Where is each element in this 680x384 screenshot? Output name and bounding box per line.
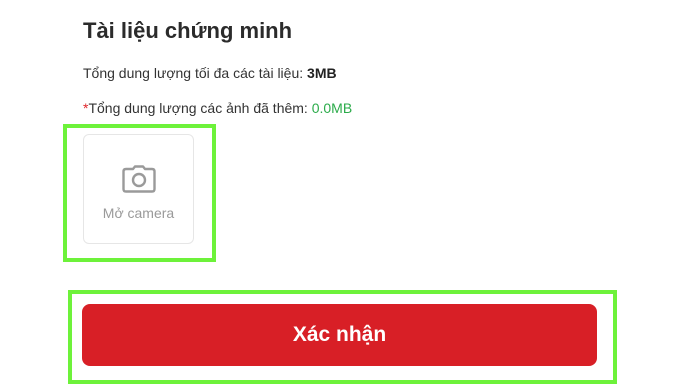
camera-icon	[122, 165, 156, 193]
max-size-label: Tổng dung lượng tối đa các tài liệu:	[83, 65, 308, 81]
added-size-label: Tổng dung lượng các ảnh đã thêm:	[88, 100, 312, 116]
added-size-value: 0.0MB	[311, 100, 353, 116]
open-camera-label: Mở camera	[102, 205, 175, 221]
max-size-info: Tổng dung lượng tối đa các tài liệu: 3MB	[83, 65, 337, 81]
added-size-info: *Tổng dung lượng các ảnh đã thêm: 0.0MB	[83, 100, 352, 116]
open-camera-button[interactable]: Mở camera	[83, 134, 194, 244]
section-title: Tài liệu chứng minh	[83, 18, 293, 43]
max-size-value: 3MB	[307, 65, 337, 81]
confirm-button[interactable]: Xác nhận	[82, 304, 597, 366]
